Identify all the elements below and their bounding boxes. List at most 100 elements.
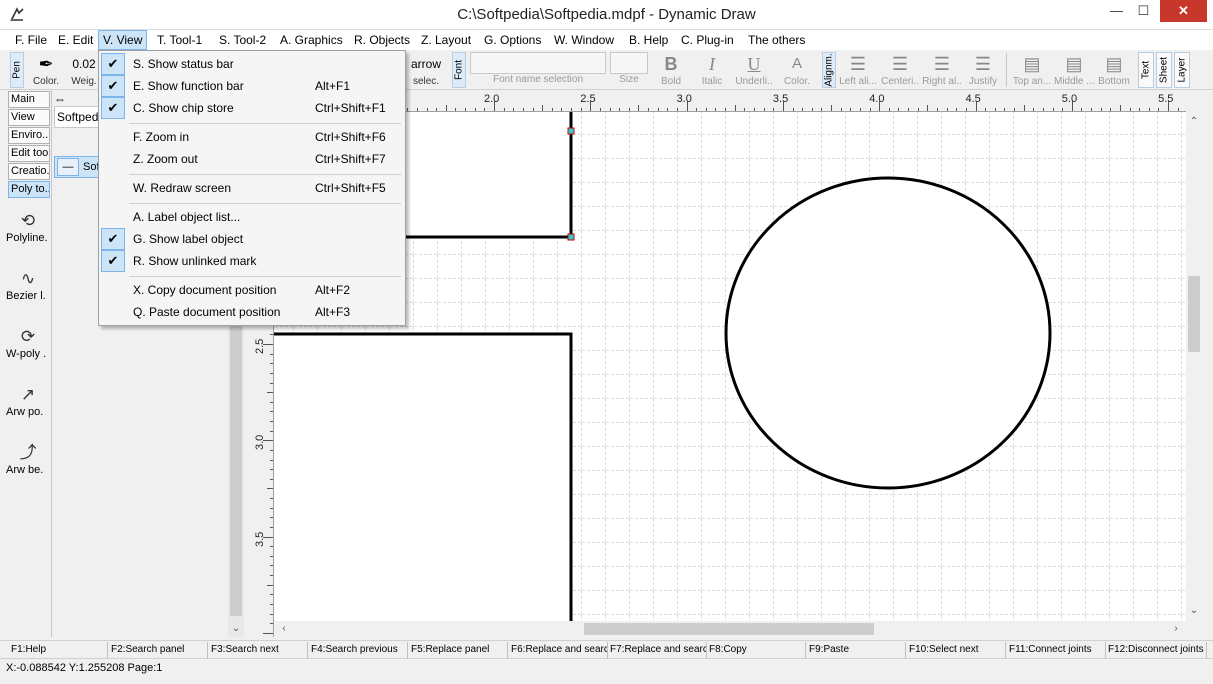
pen-color-button[interactable]: ✒ Color. [26,52,66,88]
top-align-button[interactable]: ▤ Top an... [1010,52,1054,88]
sidebar-tab-poly-tool[interactable]: Poly to.. [8,181,50,198]
menu-view[interactable]: V. View [98,30,148,50]
center-align-button[interactable]: ☰ Centeri.. [880,52,920,88]
font-name-label: Font name selection [492,74,584,85]
sidebar-tab-environment[interactable]: Enviro... [8,127,50,144]
maximize-button[interactable]: ☐ [1130,0,1157,22]
circle-shape[interactable] [724,176,1052,490]
menu-help[interactable]: B. Help [625,30,672,50]
menu-objects[interactable]: R. Objects [350,30,414,50]
menu-layout[interactable]: Z. Layout [417,30,475,50]
font-name-input[interactable] [470,52,606,74]
vertical-scroll-thumb[interactable] [1188,276,1200,352]
font-color-button[interactable]: A Color. [776,52,818,88]
menu-edit[interactable]: E. Edit [54,30,97,50]
ruler-tick [270,604,273,605]
drawing-canvas[interactable] [274,112,1186,621]
menu-paste-document-position[interactable]: Q. Paste document position Alt+F3 [101,301,403,323]
arrow-select-control[interactable]: arrow selec. [405,52,447,88]
justify-icon: ☰ [974,54,992,74]
check-icon: ✔ [101,75,125,97]
menu-window[interactable]: W. Window [550,30,618,50]
canvas-vertical-scrollbar[interactable]: ⌃ ⌄ [1186,112,1202,621]
fkey-replace-search-2[interactable]: F7:Replace and searc [607,642,707,658]
text-tab[interactable]: Text [1138,52,1154,88]
fkey-disconnect-joints[interactable]: F12:Disconnect joints [1105,642,1207,658]
selection-handle[interactable] [567,127,575,135]
fkey-search-panel[interactable]: F2:Search panel [108,642,208,658]
scroll-left-icon[interactable]: ‹ [276,621,292,637]
menu-the-others[interactable]: The others [744,30,809,50]
fkey-paste[interactable]: F9:Paste [806,642,906,658]
menu-show-function-bar[interactable]: ✔ E. Show function bar Alt+F1 [101,75,403,97]
ruler-tick [270,372,273,374]
justify-button[interactable]: ☰ Justify [964,52,1002,88]
panel-scroll-down-icon[interactable]: ⌄ [228,621,244,637]
fkey-search-previous[interactable]: F4:Search previous [308,642,408,658]
horizontal-scroll-thumb[interactable] [584,623,874,635]
bezier-tool[interactable]: ∿ Bezier l. [6,268,50,302]
layer-tab[interactable]: Layer [1174,52,1190,88]
bold-button[interactable]: B Bold [652,52,690,88]
menu-graphics[interactable]: A. Graphics [276,30,347,50]
menu-tool-1[interactable]: T. Tool-1 [153,30,206,50]
sidebar-tab-edit-tool[interactable]: Edit too.. [8,145,50,162]
left-align-button[interactable]: ☰ Left ali... [838,52,878,88]
pen-weight-control[interactable]: 0.02 Weig. [68,52,100,88]
sidebar-tab-creation[interactable]: Creatio.. [8,163,50,180]
selection-handle[interactable] [567,233,575,241]
menu-show-status-bar[interactable]: ✔ S. Show status bar [101,53,403,75]
polyline-tool[interactable]: ⟲ Polyline. [6,210,50,244]
check-icon: ✔ [101,250,125,272]
scroll-right-icon[interactable]: › [1168,621,1184,637]
minimize-button[interactable]: — [1103,0,1130,22]
underline-button[interactable]: U Underli.. [734,52,774,88]
ruler-tick [994,108,996,111]
middle-align-label: Middle ... [1054,76,1095,87]
sidebar-tab-main[interactable]: Main [8,91,50,108]
arrow-bezier-tool[interactable]: ⤴ Arw be. [6,442,50,476]
menu-copy-document-position[interactable]: X. Copy document position Alt+F2 [101,279,403,301]
bottom-align-icon: ▤ [1105,54,1123,74]
fkey-select-next[interactable]: F10:Select next [906,642,1006,658]
fkey-replace-panel[interactable]: F5:Replace panel [408,642,508,658]
ruler-tick [513,108,515,111]
menu-zoom-out[interactable]: Z. Zoom out Ctrl+Shift+F7 [101,148,403,170]
ruler-tick [484,108,486,111]
menu-redraw-screen[interactable]: W. Redraw screen Ctrl+Shift+F5 [101,177,403,199]
fkey-replace-search-1[interactable]: F6:Replace and searc [508,642,608,658]
menu-show-chip-store[interactable]: ✔ C. Show chip store Ctrl+Shift+F1 [101,97,403,119]
fkey-connect-joints[interactable]: F11:Connect joints [1006,642,1106,658]
right-align-button[interactable]: ☰ Right al.. [922,52,962,88]
resize-arrows-icon[interactable]: ⇔ [54,92,66,106]
menu-label-object-list[interactable]: A. Label object list... [101,206,403,228]
italic-button[interactable]: I Italic [693,52,731,88]
fkey-help[interactable]: F1:Help [8,642,108,658]
menu-tool-2[interactable]: S. Tool-2 [215,30,270,50]
font-size-input[interactable] [610,52,648,74]
arrow-polyline-tool[interactable]: ↗ Arw po. [6,384,50,418]
canvas-horizontal-scrollbar[interactable]: ‹ › [274,621,1186,637]
middle-align-button[interactable]: ▤ Middle ... [1054,52,1095,88]
font-name-dropdown[interactable]: Font name selection [470,74,606,88]
top-align-label: Top an... [1012,76,1052,87]
wpoly-tool[interactable]: ⟳ W-poly . [6,326,50,360]
menu-file[interactable]: F. File [11,30,51,50]
bottom-align-button[interactable]: ▤ Bottom [1094,52,1134,88]
scroll-down-icon[interactable]: ⌄ [1186,603,1202,619]
menu-zoom-in[interactable]: F. Zoom in Ctrl+Shift+F6 [101,126,403,148]
menu-options[interactable]: G. Options [480,30,545,50]
menu-show-label-object[interactable]: ✔ G. Show label object [101,228,403,250]
font-size-dropdown[interactable]: Size [610,74,648,88]
close-button[interactable]: ✕ [1160,0,1207,22]
sheet-tab[interactable]: Sheet [1156,52,1172,88]
ruler-tick [263,632,273,634]
menu-show-unlinked-mark[interactable]: ✔ R. Show unlinked mark [101,250,403,272]
cursor-position-status: X:-0.088542 Y:1.255208 Page:1 [6,662,163,674]
scroll-up-icon[interactable]: ⌃ [1186,114,1202,130]
fkey-copy[interactable]: F8:Copy [706,642,806,658]
sidebar-tab-view[interactable]: View [8,109,50,126]
ruler-tick [270,623,273,625]
menu-plug-in[interactable]: C. Plug-in [677,30,738,50]
fkey-search-next[interactable]: F3:Search next [208,642,308,658]
